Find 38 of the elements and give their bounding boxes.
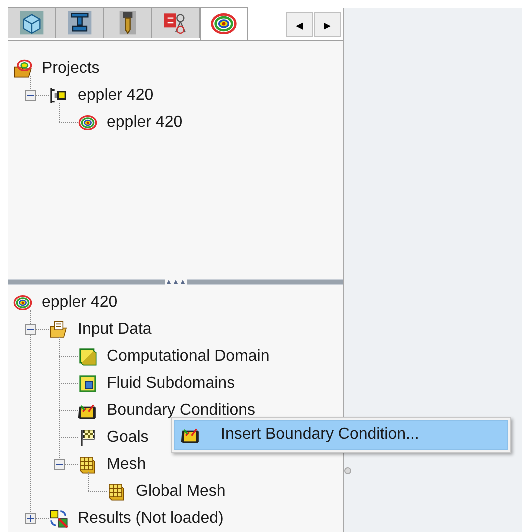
tree-item[interactable]: Computational Domain (107, 344, 270, 368)
rings-icon (78, 112, 98, 132)
collapse-button[interactable] (25, 90, 36, 101)
tree-item[interactable]: Global Mesh (136, 480, 226, 504)
tree-item[interactable]: Mesh (107, 452, 146, 476)
scroll-right-button[interactable]: ▸ (314, 12, 341, 37)
tree-item[interactable]: eppler 420 (107, 110, 183, 134)
collapse-button[interactable] (25, 324, 36, 335)
tab[interactable] (56, 7, 104, 38)
tab[interactable] (8, 7, 56, 38)
folder-icon (49, 320, 69, 340)
tree-item[interactable]: Input Data (78, 318, 152, 342)
folder-icon (13, 58, 33, 78)
press-icon (66, 9, 94, 37)
box-icon (78, 374, 98, 394)
plus-icon (27, 515, 34, 522)
menu-item[interactable]: Insert Boundary Condition... (174, 420, 508, 450)
scroll-left-button[interactable]: ◂ (286, 12, 313, 37)
results-icon (49, 508, 69, 528)
grip-icon (164, 279, 186, 285)
tree-item[interactable]: Projects (42, 56, 100, 80)
tree-item[interactable]: Goals (107, 426, 149, 450)
grid-icon (78, 454, 98, 474)
expand-button[interactable] (25, 513, 36, 524)
tree-item[interactable]: eppler 420 (78, 84, 154, 108)
box-icon (78, 346, 98, 366)
collapse-button[interactable] (54, 459, 65, 470)
minus-icon (56, 461, 63, 468)
cube-icon (18, 9, 46, 37)
grid-icon (107, 482, 127, 502)
tree-item[interactable]: Results (Not loaded) (78, 506, 224, 530)
minus-icon (27, 326, 34, 333)
tab[interactable] (200, 7, 248, 40)
tree-item[interactable]: Fluid Subdomains (107, 372, 236, 396)
tab[interactable] (104, 7, 152, 38)
minus-icon (27, 92, 34, 99)
rings-icon (13, 292, 33, 312)
tree-item[interactable]: eppler 420 (42, 290, 118, 314)
